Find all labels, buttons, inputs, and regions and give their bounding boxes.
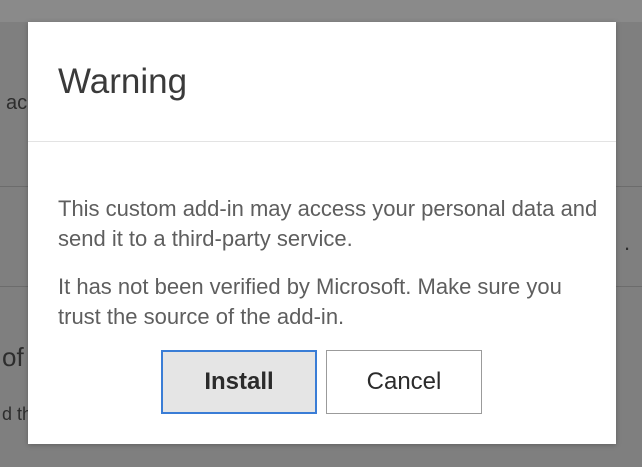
background-divider-right-2	[616, 286, 642, 287]
dialog-title: Warning	[58, 62, 188, 101]
cancel-button[interactable]: Cancel	[326, 350, 482, 414]
warning-dialog: Warning This custom add-in may access yo…	[28, 22, 616, 444]
dialog-message-privacy: This custom add-in may access your perso…	[58, 196, 598, 251]
dialog-divider	[28, 141, 616, 142]
install-button[interactable]: Install	[161, 350, 317, 414]
background-heading-fragment: of	[2, 342, 24, 372]
background-text-fragment-3: .	[624, 230, 631, 255]
background-divider-left-2	[0, 286, 28, 287]
background-text-fragment-2: d th	[2, 404, 28, 424]
dialog-message-verification: It has not been verified by Microsoft. M…	[58, 274, 562, 329]
background-divider-left	[0, 186, 28, 187]
background-header	[0, 0, 642, 22]
dialog-body: This custom add-in may access your perso…	[58, 194, 598, 350]
background-text-fragment: ac	[6, 92, 28, 114]
background-divider-right	[616, 186, 642, 187]
